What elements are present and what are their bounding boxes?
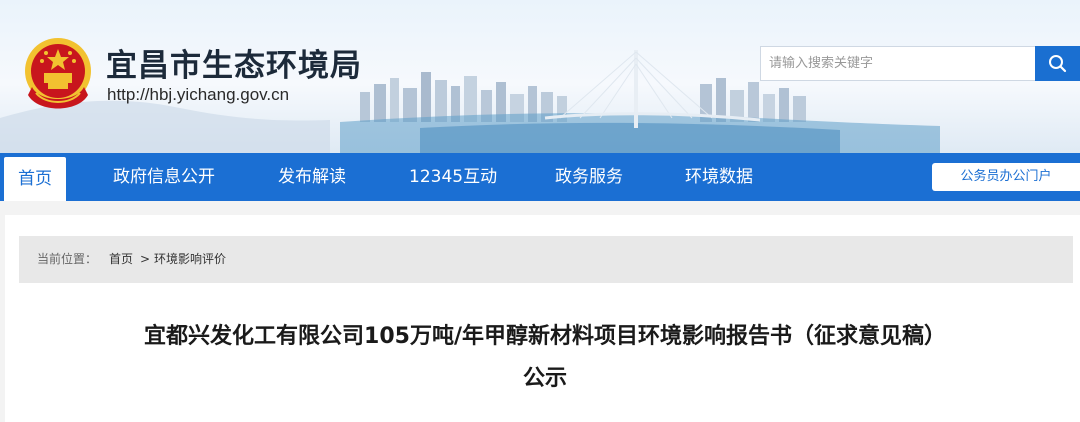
breadcrumb-prefix: 当前位置： (37, 252, 98, 266)
civil-servant-portal-button[interactable]: 公务员办公门户 (932, 163, 1080, 191)
nav-item-home[interactable]: 首页 (4, 157, 66, 201)
breadcrumb-home-link[interactable]: 首页 (109, 236, 133, 283)
site-title[interactable]: 宜昌市生态环境局 (106, 40, 362, 85)
site-header: 宜昌市生态环境局 http://hbj.yichang.gov.cn 请输入搜索… (0, 0, 1080, 153)
article-title-line2: 公示 (522, 366, 567, 391)
article-title-line1: 宜都兴发化工有限公司105万吨/年甲醇新材料项目环境影响报告书（征求意见稿） (144, 324, 946, 349)
site-url: http://hbj.yichang.gov.cn (107, 85, 290, 104)
article-title: 宜都兴发化工有限公司105万吨/年甲醇新材料项目环境影响报告书（征求意见稿） 公… (40, 316, 1050, 400)
main-nav: 首页 政府信息公开 发布解读 12345互动 政务服务 环境数据 (0, 153, 1080, 201)
breadcrumb-current[interactable]: 环境影响评价 (154, 236, 226, 283)
nav-item-12345-interaction[interactable]: 12345互动 (409, 153, 497, 201)
nav-item-government-services[interactable]: 政务服务 (555, 153, 623, 201)
nav-item-environment-data[interactable]: 环境数据 (685, 153, 753, 201)
national-emblem-icon (25, 38, 91, 109)
breadcrumb-separator: > (140, 252, 151, 266)
nav-item-release-interpretation[interactable]: 发布解读 (278, 153, 346, 201)
nav-item-government-info[interactable]: 政府信息公开 (113, 153, 215, 201)
breadcrumb: 当前位置： 首页 > 环境影响评价 (19, 236, 1073, 283)
search-icon (1049, 55, 1067, 73)
search-button[interactable] (1035, 46, 1080, 81)
search-input[interactable]: 请输入搜索关键字 (760, 46, 1036, 81)
